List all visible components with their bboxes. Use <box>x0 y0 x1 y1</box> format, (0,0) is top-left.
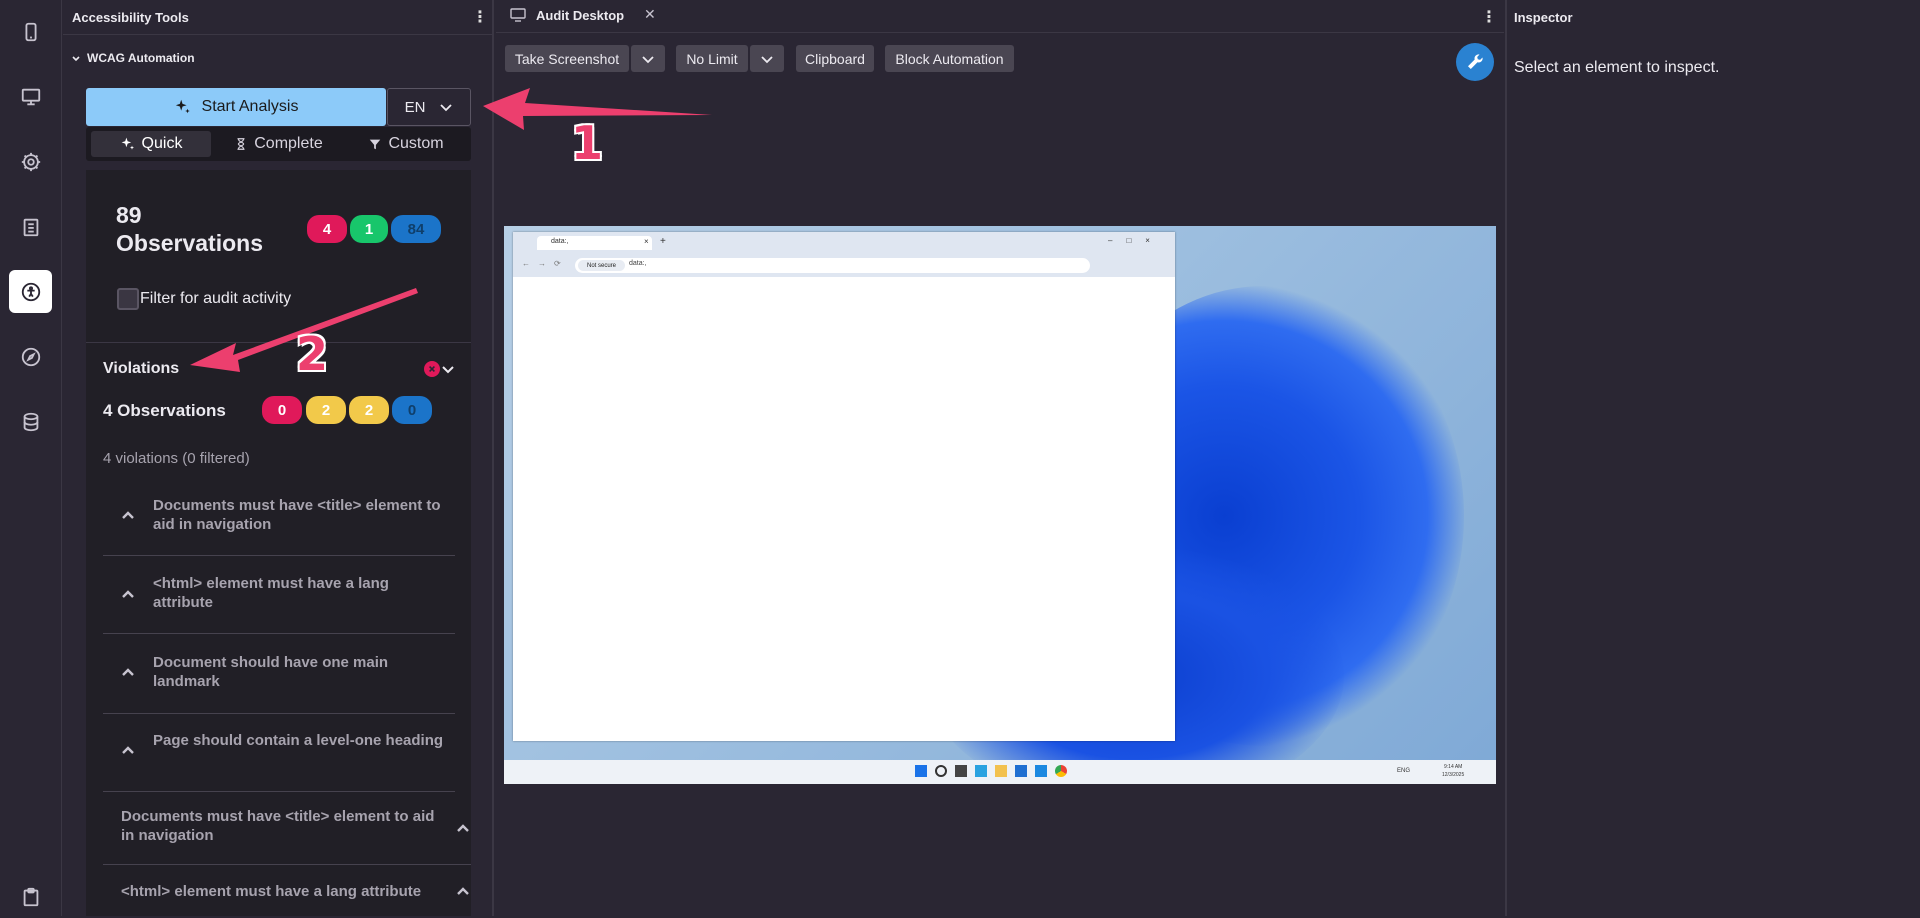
annotation-number-1: 1 <box>571 116 604 170</box>
annotation-number-2: 2 <box>296 327 329 381</box>
annotation-arrows <box>190 88 712 372</box>
